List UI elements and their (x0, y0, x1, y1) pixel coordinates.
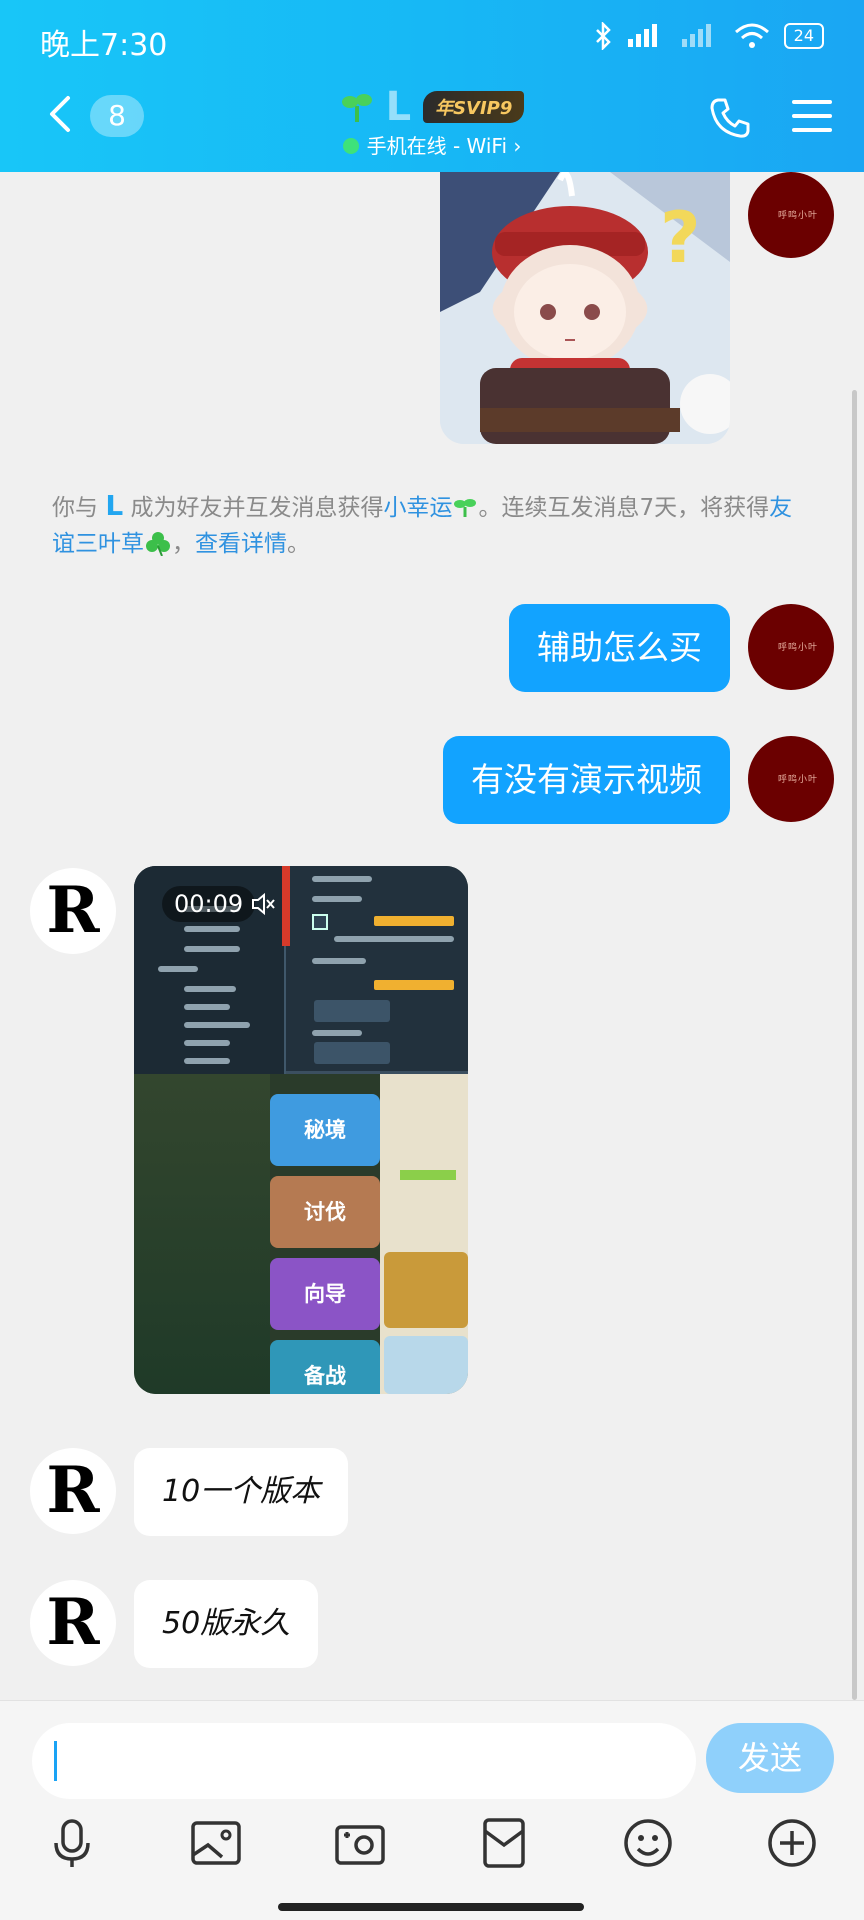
avatar-scribble: 呼鸣小叶 (778, 211, 819, 221)
video-frame-button: 讨伐 (270, 1176, 380, 1248)
phone-call-icon[interactable] (708, 96, 752, 140)
plus-icon[interactable] (766, 1817, 818, 1869)
menu-icon[interactable] (790, 96, 834, 136)
video-frame-button: 向导 (270, 1258, 380, 1330)
notice-text-3: 。连续互发消息7天，将获得 (478, 495, 770, 521)
video-frame-button: 秘境 (270, 1094, 380, 1166)
status-icons: 24 (594, 22, 824, 50)
contact-avatar[interactable]: R (30, 1448, 116, 1534)
video-message[interactable]: 00:09 秘境 讨伐 向导 备战 (134, 866, 468, 1394)
svip-badge: 年SVIP9 (423, 91, 525, 123)
video-frame-background (134, 1074, 270, 1394)
message-bubble-other[interactable]: 50版永久 (134, 1580, 319, 1668)
signal-icon (627, 24, 657, 47)
status-time: 晚上7:30 (40, 28, 168, 63)
sticker-illustration: ? (440, 172, 730, 444)
system-notice: 你与 L 成为好友并互发消息获得小幸运 。连续互发消息7天，将获得友谊三叶草 ，查看… (52, 488, 812, 562)
online-status-text: 手机在线 - WiFi › (366, 134, 522, 158)
video-frame-side-panel (380, 1074, 468, 1394)
svg-text:?: ? (660, 197, 701, 279)
contact-name: L (385, 84, 412, 130)
chat-scrollbar[interactable] (852, 390, 857, 1700)
chat-area[interactable]: ? 呼鸣小叶 你与 L 成为好友并互发消息获得小幸运 。连续互发消息7天，将获得友… (0, 172, 864, 1700)
video-frame-button: 备战 (270, 1340, 380, 1394)
contact-avatar[interactable]: R (30, 1580, 116, 1666)
avatar-scribble: 呼鸣小叶 (778, 775, 819, 785)
mic-icon[interactable] (46, 1817, 98, 1869)
image-icon[interactable] (190, 1817, 242, 1869)
sprout-icon (454, 499, 477, 517)
little-luck-link[interactable]: 小幸运 (383, 495, 452, 521)
bluetooth-icon (595, 22, 611, 50)
wifi-icon (734, 23, 769, 48)
camera-icon[interactable] (334, 1817, 386, 1869)
online-dot (342, 138, 359, 154)
avatar-letter: R (46, 1585, 100, 1660)
contact-avatar[interactable]: R (30, 868, 116, 954)
message-bubble-other[interactable]: 10一个版本 (134, 1448, 349, 1536)
clover-icon (146, 532, 170, 557)
video-duration: 00:09 (162, 886, 256, 922)
message-bubble-self[interactable]: 有没有演示视频 (443, 736, 730, 824)
text-caret (54, 1741, 57, 1781)
sprout-icon (341, 94, 372, 122)
notice-contact-name: L (105, 489, 124, 522)
notice-text-5: 。 (287, 531, 310, 557)
view-details-link[interactable]: 查看详情 (195, 531, 287, 557)
avatar-scribble: 呼鸣小叶 (778, 643, 819, 653)
self-avatar[interactable]: 呼鸣小叶 (748, 604, 834, 690)
emoji-icon[interactable] (622, 1817, 674, 1869)
input-panel: 发送 (0, 1700, 864, 1920)
notice-text-2: 成为好友并互发消息获得 (123, 495, 384, 521)
notice-text-1: 你与 (52, 495, 106, 521)
self-avatar[interactable]: 呼鸣小叶 (748, 736, 834, 822)
message-input[interactable] (32, 1723, 696, 1799)
home-indicator[interactable] (278, 1903, 584, 1911)
message-bubble-self[interactable]: 辅助怎么买 (509, 604, 730, 692)
red-packet-icon[interactable] (478, 1817, 530, 1869)
send-button[interactable]: 发送 (706, 1723, 834, 1793)
notice-text-4: ， (172, 531, 195, 557)
avatar-letter: R (46, 1453, 100, 1528)
signal-weak-icon (681, 24, 711, 47)
mute-icon[interactable] (250, 892, 276, 916)
self-avatar[interactable]: 呼鸣小叶 (748, 172, 834, 258)
sticker-image[interactable]: ? (440, 172, 730, 444)
chat-header: 晚上7:30 24 8 L 年SVIP9 手机在线 - WiFi › (0, 0, 864, 172)
avatar-letter: R (46, 873, 100, 948)
battery-indicator: 24 (783, 23, 824, 49)
